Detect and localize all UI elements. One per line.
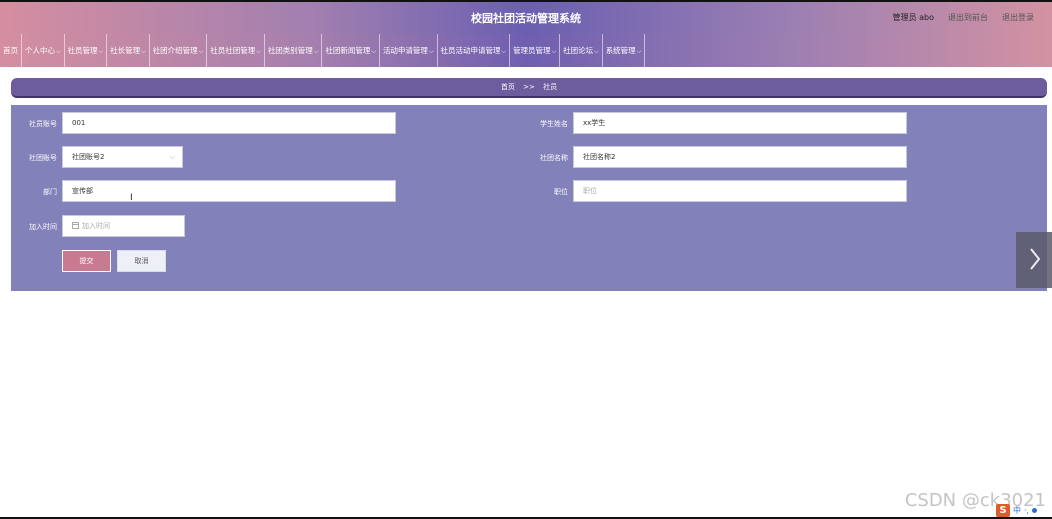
club-account-select[interactable]: 社团账号2 ⌵ (62, 146, 183, 168)
breadcrumb: 首页 >> 社员 (11, 78, 1047, 98)
club-account-label: 社团账号 (29, 154, 57, 162)
department-input[interactable]: 宣传部 (62, 180, 396, 202)
text-cursor-icon: I (130, 193, 133, 203)
nav-item-president-mgmt[interactable]: 社长管理⌵ (107, 34, 150, 67)
nav-item-club-news-mgmt[interactable]: 社团新闻管理⌵ (322, 34, 380, 67)
nav-item-admin-mgmt[interactable]: 管理员管理⌵ (510, 34, 561, 67)
breadcrumb-home[interactable]: 首页 (501, 83, 515, 91)
ime-mode[interactable]: 中 (1013, 505, 1021, 516)
club-account-selected: 社团账号2 (72, 153, 105, 161)
nav-item-club-forum[interactable]: 社团论坛⌵ (560, 34, 603, 67)
join-time-label: 加入时间 (29, 223, 57, 231)
nav-item-system-mgmt[interactable]: 系统管理⌵ (603, 34, 646, 67)
calendar-icon (72, 222, 79, 229)
nav-item-member-activity-apply-mgmt[interactable]: 社员活动申请管理⌵ (438, 34, 511, 67)
header-actions: 管理员 abo 退出到前台 退出登录 (893, 12, 1034, 23)
nav-item-member-mgmt[interactable]: 社员管理⌵ (65, 34, 108, 67)
student-name-label: 学生姓名 (540, 120, 568, 128)
submit-button[interactable]: 提交 (62, 250, 111, 272)
chevron-down-icon: ⌵ (551, 48, 557, 55)
chevron-down-icon: ⌵ (371, 48, 376, 55)
app-header: 校园社团活动管理系统 管理员 abo 退出到前台 退出登录 (0, 2, 1052, 34)
ime-punct[interactable]: ·, (1024, 506, 1029, 515)
chevron-down-icon: ⌵ (169, 153, 175, 161)
sogou-ime-icon[interactable]: S (996, 504, 1010, 517)
nav-item-personal-center[interactable]: 个人中心⌵ (22, 34, 65, 67)
admin-label: 管理员 abo (892, 13, 934, 22)
nav-item-club-intro-mgmt[interactable]: 社团介绍管理⌵ (150, 34, 208, 67)
breadcrumb-separator: >> (523, 83, 535, 91)
chevron-down-icon: ⌵ (256, 48, 261, 55)
back-to-front-link[interactable]: 退出到前台 (948, 12, 988, 23)
member-account-label: 社员账号 (29, 120, 57, 128)
chevron-down-icon: ⌵ (313, 48, 319, 55)
logout-link[interactable]: 退出登录 (1002, 12, 1034, 23)
join-time-datepicker[interactable]: 加入时间 (62, 215, 185, 237)
club-name-input[interactable]: 社团名称2 (573, 146, 907, 168)
next-arrow-button[interactable] (1016, 232, 1052, 288)
chevron-down-icon: ⌵ (198, 48, 204, 55)
nav-item-home[interactable]: 首页 (0, 34, 22, 67)
position-label: 职位 (554, 188, 568, 196)
member-form: 社员账号 001 学生姓名 xx学生 社团账号 社团账号2 ⌵ 社团名称 社团名… (11, 105, 1047, 291)
chevron-down-icon: ⌵ (56, 48, 61, 55)
chevron-down-icon: ⌵ (98, 48, 104, 55)
chevron-down-icon: ⌵ (141, 48, 146, 55)
member-account-input[interactable]: 001 (62, 112, 396, 134)
chevron-right-icon (1030, 248, 1040, 270)
status-dot-icon (1032, 508, 1038, 513)
main-nav: 首页 个人中心⌵ 社员管理⌵ 社长管理⌵ 社团介绍管理⌵ 社员社团管理⌵ 社团类… (0, 34, 1052, 67)
club-name-label: 社团名称 (540, 154, 568, 162)
breadcrumb-current: 社员 (543, 83, 558, 91)
nav-item-member-club-mgmt[interactable]: 社员社团管理⌵ (207, 34, 265, 67)
department-label: 部门 (43, 188, 57, 196)
cancel-button[interactable]: 取消 (117, 250, 166, 272)
chevron-down-icon: ⌵ (428, 48, 434, 55)
chevron-down-icon: ⌵ (501, 48, 507, 55)
join-time-placeholder: 加入时间 (82, 222, 110, 230)
nav-item-club-category-mgmt[interactable]: 社团类别管理⌵ (265, 34, 323, 67)
student-name-input[interactable]: xx学生 (573, 112, 907, 134)
system-tray: S 中 ·, (996, 504, 1052, 517)
position-input[interactable]: 职位 (573, 180, 907, 202)
nav-item-activity-apply-mgmt[interactable]: 活动申请管理⌵ (380, 34, 438, 67)
chevron-down-icon: ⌵ (594, 48, 599, 55)
chevron-down-icon: ⌵ (636, 48, 642, 55)
